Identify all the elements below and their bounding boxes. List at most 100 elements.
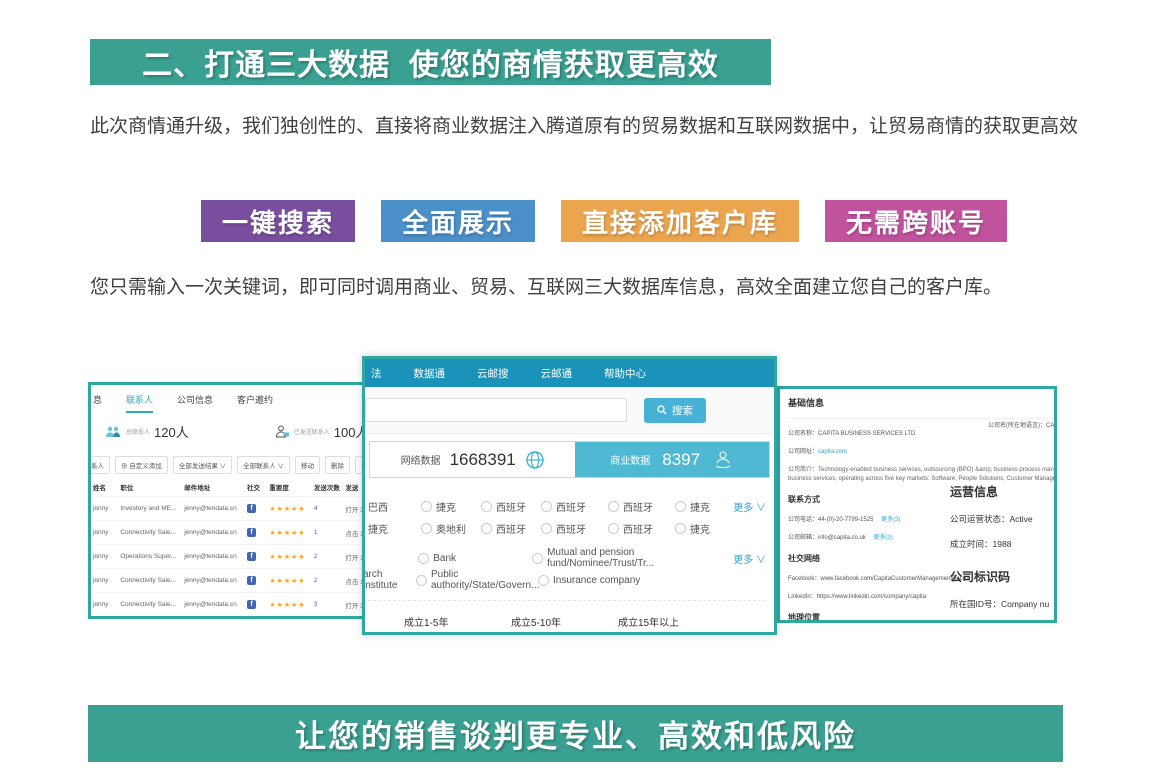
business-data-stat[interactable]: 商业数据 8397 [575,442,769,477]
radio-icon[interactable] [608,501,619,512]
phone-more-link[interactable]: 更多(3) [881,517,900,523]
type-option[interactable]: Public authority/State/Govern... [416,569,538,591]
nav-item-partial[interactable]: 法 [371,366,382,381]
table-row[interactable]: jenny Operations Super... jenny@tendata.… [91,545,372,569]
nav-item-cloud-mail-search[interactable]: 云邮搜 [477,366,509,381]
contacts-tabs: 息 联系人 公司信息 客户邀约 [91,385,369,413]
country-option[interactable]: 西班牙 [541,499,608,514]
option-label: 西班牙 [623,499,653,514]
web-data-label: 网络数据 [401,452,441,467]
facebook-icon[interactable]: f [247,552,256,561]
founded-option[interactable]: 成立5-10年 [511,614,618,629]
total-contacts-value: 120人 [154,422,189,441]
web-data-stat[interactable]: 网络数据 1668391 [370,442,575,477]
radio-icon[interactable] [675,523,686,534]
radio-icon[interactable] [421,523,432,534]
website-link[interactable]: capita.com [818,449,847,455]
facebook-label: Facebook： [788,576,820,582]
radio-icon[interactable] [481,501,492,512]
web-data-value: 1668391 [450,450,516,470]
status-label: 公司运营状态： [950,514,1010,524]
delete-button[interactable]: 删除 [325,456,350,474]
local-name-label: 公司名(所在地语言)： [988,423,1046,429]
founded-option[interactable]: 成立15年以上 [618,614,725,629]
send-result-filter-dropdown[interactable]: 全部发送结果 ∨ [173,456,232,474]
keyword-note: 您只需输入一次关键词，即可同时调用商业、贸易、互联网三大数据库信息，高效全面建立… [90,272,1090,299]
country-option[interactable]: 西班牙 [608,499,675,514]
radio-icon[interactable] [416,575,427,586]
type-option[interactable]: Insurance company [538,575,640,586]
founded-filter-row: 成立1-5年 成立5-10年 成立15年以上 [365,601,774,629]
intro-paragraph: 此次商情通升级，我们独创性的、直接将商业数据注入腾道原有的贸易数据和互联网数据中… [90,104,1080,150]
more-countries-link[interactable]: 更多 ∨ [733,499,766,514]
tab-contacts[interactable]: 联系人 [126,393,153,413]
table-row[interactable]: jenny Connectivity Sale... jenny@tendata… [91,593,372,617]
search-input[interactable] [365,398,627,422]
table-row[interactable]: jenny Connectivity Sale... jenny@tendata… [91,521,372,545]
radio-icon[interactable] [541,501,552,512]
radio-icon[interactable] [675,501,686,512]
cell-importance: ★★★★★ [267,569,312,593]
radio-icon[interactable] [532,553,543,564]
facebook-icon[interactable]: f [247,504,256,513]
star-rating: ★★★★★ [269,554,305,561]
cell-title: Investory and ME... [118,497,182,521]
facebook-url[interactable]: www.facebook.com/CapitaCustomerManagemen… [820,576,968,582]
contacts-stats: 总联系人 120人 已发送联系人 100人 [91,413,369,448]
tab-info-partial[interactable]: 息 [93,393,102,413]
contact-filter-dropdown[interactable]: 全部联系人 ∨ [237,456,290,474]
option-label: 西班牙 [556,499,586,514]
col-send-count: 发送次数 [312,478,343,497]
facebook-icon[interactable]: f [247,528,256,537]
radio-icon[interactable] [608,523,619,534]
more-types-link[interactable]: 更多 ∨ [733,551,766,566]
type-option[interactable]: Bank [418,553,532,564]
nav-item-cloud-mail[interactable]: 云邮通 [541,366,573,381]
facebook-icon[interactable]: f [247,576,256,585]
cell-title: Connectivity Sale... [118,521,182,545]
country-option[interactable]: 奥地利 [421,521,481,536]
full-display-button[interactable]: 全面展示 [381,200,535,242]
type-option[interactable]: Mutual and pension fund/Nominee/Trust/Tr… [532,547,733,569]
tab-company-info[interactable]: 公司信息 [177,393,213,413]
country-option[interactable]: 西班牙 [481,521,541,536]
radio-icon[interactable] [421,501,432,512]
cell-social: f [245,569,267,593]
cell-send-count: 3 [312,593,343,617]
company-type-filter-row: Bank Mutual and pension fund/Nominee/Tru… [368,547,766,569]
move-button[interactable]: 移动 [295,456,320,474]
company-local-name-line: 公司名(所在地语言)：CAPIT [988,420,1057,429]
radio-icon[interactable] [418,553,429,564]
radio-icon[interactable] [481,523,492,534]
cell-title: Connectivity Sale... [118,569,182,593]
option-label: 西班牙 [556,521,586,536]
email-more-link[interactable]: 更多(3) [873,535,892,541]
nav-item-help-center[interactable]: 帮助中心 [604,366,646,381]
country-option[interactable]: 捷克 [675,521,766,536]
no-cross-account-button[interactable]: 无需跨账号 [825,200,1007,242]
founded-option[interactable]: 成立1-5年 [404,614,511,629]
table-row[interactable]: jenny Connectivity Sale... jenny@tendata… [91,569,372,593]
table-row[interactable]: jenny Investory and ME... jenny@tendata.… [91,497,372,521]
search-button[interactable]: 搜索 [644,398,706,423]
company-panel-body: 基础信息 公司名称：CAPITA BUSINESS SERVICES LTD 公… [780,389,1054,620]
partial-contact-button[interactable]: 系人 [88,456,110,474]
facebook-icon[interactable]: f [247,600,256,609]
option-label: 捷克 [436,499,456,514]
tab-customer-invite[interactable]: 客户邀约 [237,393,273,413]
radio-icon[interactable] [541,523,552,534]
country-option[interactable]: 西班牙 [541,521,608,536]
radio-icon[interactable] [538,575,549,586]
nav-item-datatong[interactable]: 数据通 [414,366,446,381]
cell-email: jenny@tendata.cn [182,593,245,617]
custom-add-button[interactable]: ⊕ 自定义添加 [115,456,168,474]
cell-social: f [245,593,267,617]
country-option[interactable]: 捷克 [675,499,733,514]
one-key-search-button[interactable]: 一键搜索 [201,200,355,242]
country-option[interactable]: 西班牙 [481,499,541,514]
add-to-customer-db-button[interactable]: 直接添加客户库 [561,200,799,242]
linkedin-url[interactable]: https://www.linkedin.com/company/capita [817,594,926,600]
country-option[interactable]: 西班牙 [608,521,675,536]
cell-importance: ★★★★★ [267,593,312,617]
country-option[interactable]: 捷克 [421,499,481,514]
